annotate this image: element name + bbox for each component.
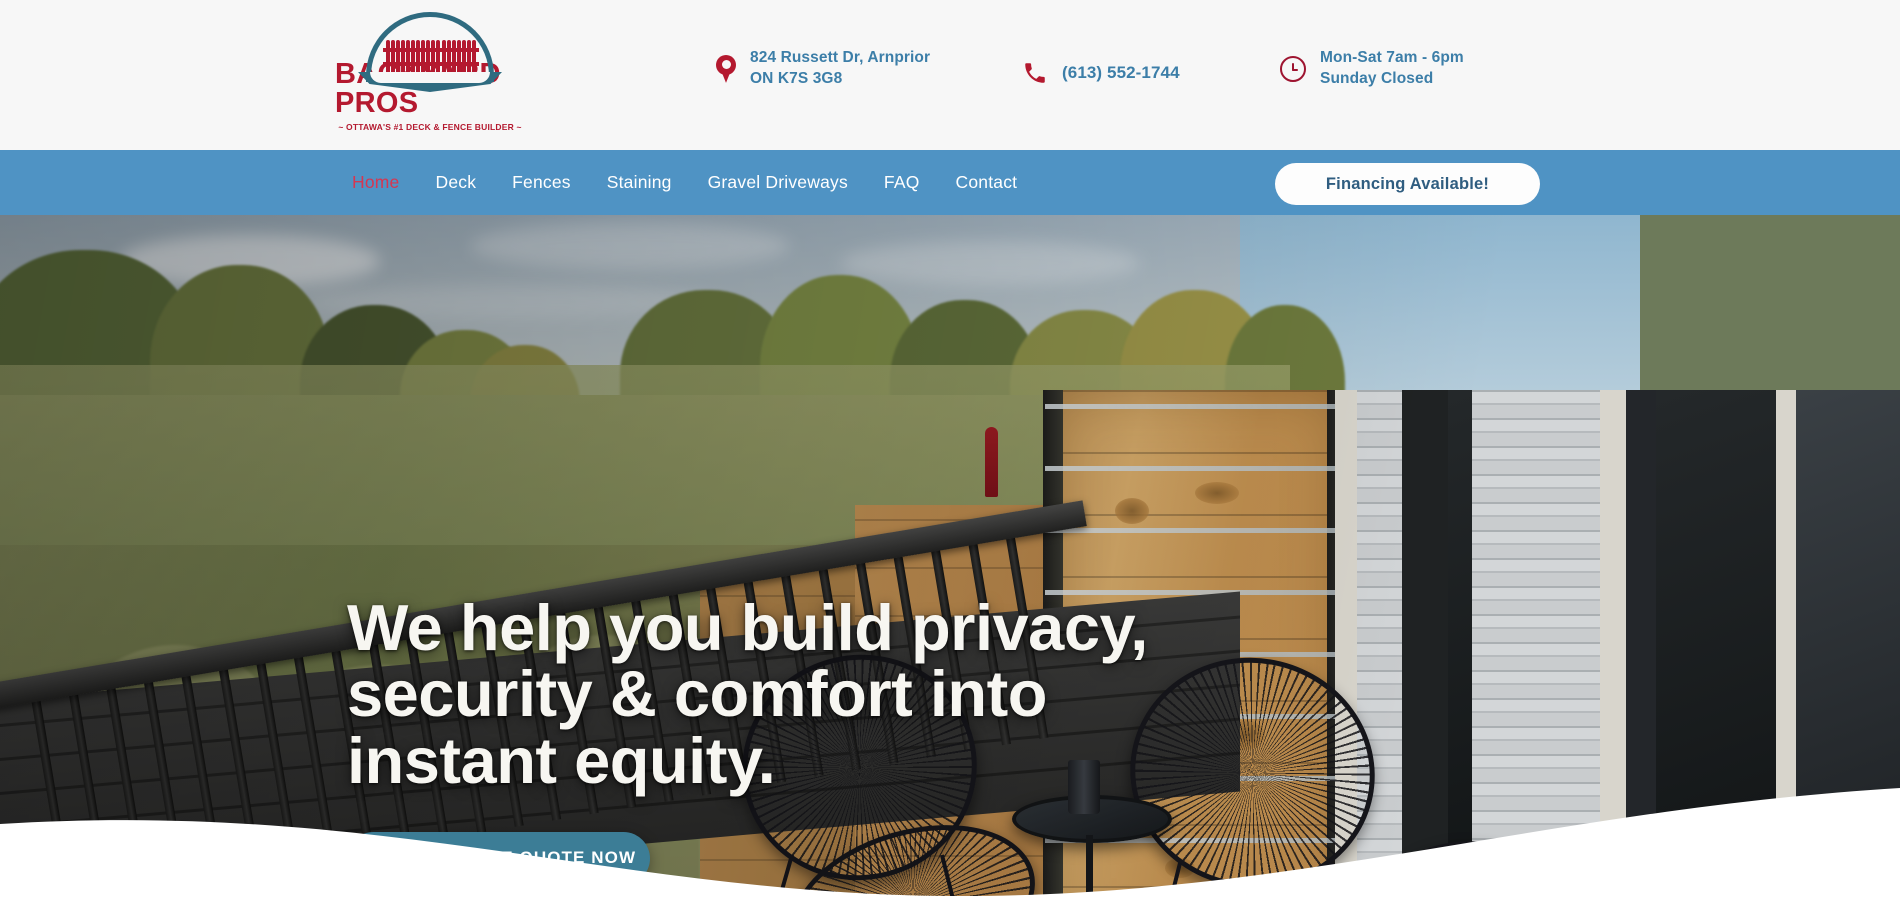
hero-section: We help you build privacy, security & co…: [0, 215, 1900, 900]
hours-line-2: Sunday Closed: [1320, 69, 1434, 87]
nav-item-contact[interactable]: Contact: [956, 172, 1018, 193]
header-hours: Mon-Sat 7am - 6pm Sunday Closed: [1280, 48, 1464, 90]
nav-item-fences[interactable]: Fences: [512, 172, 571, 193]
clock-icon: [1280, 55, 1306, 82]
location-pin-icon: [716, 54, 736, 83]
logo-tagline: ~ OTTAWA'S #1 DECK & FENCE BUILDER ~: [338, 122, 522, 132]
phone-number: (613) 552-1744: [1062, 62, 1180, 82]
financing-available-button[interactable]: Financing Available!: [1275, 163, 1540, 205]
site-logo[interactable]: BACKYARD PROS ~ OTTAWA'S #1 DECK & FENCE…: [335, 12, 525, 132]
nav-item-gravel-driveways[interactable]: Gravel Driveways: [708, 172, 848, 193]
address-line-1: 824 Russett Dr, Arnprior: [750, 49, 931, 66]
nav-item-deck[interactable]: Deck: [435, 172, 476, 193]
nav-item-staining[interactable]: Staining: [607, 172, 672, 193]
header-phone[interactable]: (613) 552-1744: [1022, 60, 1180, 86]
nav-item-home[interactable]: Home: [352, 172, 399, 193]
hero-bottom-curve: [0, 788, 1900, 900]
hours-line-1: Mon-Sat 7am - 6pm: [1320, 49, 1464, 66]
hero-headline: We help you build privacy, security & co…: [347, 591, 1347, 794]
header-address[interactable]: 824 Russett Dr, Arnprior ON K7S 3G8: [716, 48, 930, 90]
address-line-2: ON K7S 3G8: [750, 69, 843, 87]
nav-item-faq[interactable]: FAQ: [884, 172, 920, 193]
main-navigation: Home Deck Fences Staining Gravel Drivewa…: [0, 150, 1900, 215]
nav-links: Home Deck Fences Staining Gravel Drivewa…: [352, 172, 1017, 193]
phone-icon: [1022, 60, 1048, 86]
hero-headline-line-2: security & comfort into: [347, 657, 1047, 731]
site-header: BACKYARD PROS ~ OTTAWA'S #1 DECK & FENCE…: [0, 0, 1900, 150]
hero-headline-line-1: We help you build privacy,: [347, 591, 1148, 664]
fence-arch-logo-icon: [350, 12, 510, 92]
